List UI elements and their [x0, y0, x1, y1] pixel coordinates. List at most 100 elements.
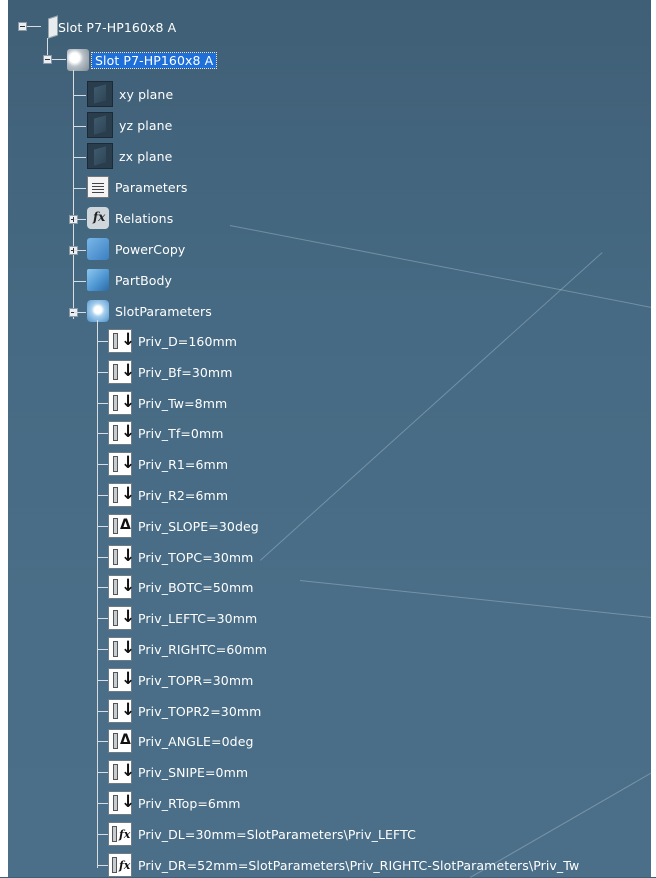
- formula-param-icon: [108, 822, 132, 846]
- tree-connector: [98, 495, 108, 496]
- length-param-icon: [108, 545, 135, 569]
- tree-connector: [98, 464, 108, 465]
- tree-connector: [74, 281, 86, 282]
- length-param-icon: [108, 391, 135, 415]
- length-param-icon: [108, 791, 135, 815]
- tree-connector: [98, 803, 108, 804]
- tree-node-parameter[interactable]: Priv_DL=30mm=SlotParameters\Priv_LEFTC: [108, 822, 416, 846]
- tree-node-slotparameters-label: SlotParameters: [115, 303, 212, 319]
- tree-connector: [98, 772, 108, 773]
- parameters-icon: [87, 176, 109, 198]
- tree-node-relations[interactable]: Relations: [87, 206, 173, 230]
- formula-param-icon: [108, 853, 132, 877]
- tree-connector: [52, 59, 66, 60]
- tree-node-parameter[interactable]: Priv_TOPC=30mm: [108, 545, 253, 569]
- tree-connector: [98, 526, 108, 527]
- tree-connector: [98, 741, 108, 742]
- tree-node-xy-plane[interactable]: xy plane: [87, 81, 174, 107]
- tree-node-parameter-label: Priv_RTop=6mm: [138, 795, 241, 811]
- tree-node-parameter-label: Priv_TOPR=30mm: [138, 672, 254, 688]
- length-param-icon: [108, 637, 135, 661]
- tree-connector: [98, 680, 108, 681]
- tree-connector: [27, 26, 41, 27]
- tree-node-root[interactable]: Slot P7-HP160x8 A: [42, 15, 176, 39]
- tree-node-parameters[interactable]: Parameters: [87, 175, 188, 199]
- tree-node-parameter[interactable]: Priv_SNIPE=0mm: [108, 760, 248, 784]
- collapse-icon[interactable]: [43, 55, 52, 64]
- tree-node-part-label: Slot P7-HP160x8 A: [90, 51, 218, 69]
- tree-node-part[interactable]: Slot P7-HP160x8 A: [67, 48, 218, 72]
- tree-node-parameter[interactable]: Priv_TOPR=30mm: [108, 668, 253, 692]
- length-param-icon: [108, 575, 135, 599]
- tree-node-zx-plane[interactable]: zx plane: [87, 143, 173, 169]
- tree-node-parameter-label: Priv_DR=52mm=SlotParameters\Priv_RIGHTC-…: [138, 857, 580, 873]
- tree-node-parameter-label: Priv_LEFTC=30mm: [138, 610, 258, 626]
- tree-node-yz-plane-label: yz plane: [119, 117, 173, 133]
- tree-node-parameter[interactable]: Priv_SLOPE=30deg: [108, 514, 259, 538]
- tree-node-parameter[interactable]: Priv_RTop=6mm: [108, 791, 241, 815]
- tree-node-parameter-label: Priv_RIGHTC=60mm: [138, 641, 267, 657]
- tree-connector: [98, 649, 108, 650]
- tree-connector: [74, 188, 86, 189]
- tree-node-parameter[interactable]: Priv_Bf=30mm: [108, 360, 233, 384]
- tree-node-relations-label: Relations: [115, 210, 174, 226]
- tree-connector: [74, 157, 86, 158]
- tree-node-parameter[interactable]: Priv_R1=6mm: [108, 452, 228, 476]
- tree-node-parameter[interactable]: Priv_R2=6mm: [108, 483, 228, 507]
- tree-connector: [74, 219, 86, 220]
- background-line: [229, 225, 656, 310]
- length-param-icon: [108, 452, 135, 476]
- tree-node-parameter-label: Priv_BOTC=50mm: [138, 579, 254, 595]
- tree-node-parameter[interactable]: Priv_ANGLE=0deg: [108, 729, 254, 753]
- tree-node-partbody[interactable]: PartBody: [87, 268, 172, 292]
- tree-connector: [98, 711, 108, 712]
- tree-node-parameter-label: Priv_DL=30mm=SlotParameters\Priv_LEFTC: [138, 826, 416, 842]
- tree-node-parameter-label: Priv_D=160mm: [138, 333, 238, 349]
- partbody-icon: [87, 269, 109, 291]
- tree-connector: [98, 834, 108, 835]
- tree-node-zx-plane-label: zx plane: [119, 148, 173, 164]
- tree-connector: [74, 312, 86, 313]
- angle-param-icon: [108, 514, 132, 538]
- angle-param-icon: [108, 729, 132, 753]
- length-param-icon: [108, 606, 135, 630]
- collapse-icon[interactable]: [18, 22, 27, 31]
- length-param-icon: [108, 760, 135, 784]
- tree-connector: [98, 587, 108, 588]
- length-param-icon: [108, 329, 135, 353]
- tree-node-slotparameters[interactable]: SlotParameters: [87, 299, 212, 323]
- tree-node-yz-plane[interactable]: yz plane: [87, 112, 173, 138]
- powercopy-icon: [87, 238, 109, 260]
- tree-node-xy-plane-label: xy plane: [119, 86, 174, 102]
- tree-node-powercopy[interactable]: PowerCopy: [87, 237, 185, 261]
- length-param-icon: [108, 699, 135, 723]
- tree-node-parameter[interactable]: Priv_RIGHTC=60mm: [108, 637, 267, 661]
- length-param-icon: [108, 668, 135, 692]
- tree-connector: [98, 403, 108, 404]
- tree-connector: [74, 95, 86, 96]
- parameter-set-icon: [87, 300, 109, 322]
- tree-node-parameter[interactable]: Priv_TOPR2=30mm: [108, 699, 261, 723]
- tree-node-parameter[interactable]: Priv_Tf=0mm: [108, 421, 224, 445]
- tree-node-parameter[interactable]: Priv_Tw=8mm: [108, 391, 227, 415]
- tree-node-parameter-label: Priv_TOPR2=30mm: [138, 703, 262, 719]
- plane-icon: [87, 81, 113, 107]
- tree-node-parameter-label: Priv_R1=6mm: [138, 456, 229, 472]
- tree-node-parameter[interactable]: Priv_D=160mm: [108, 329, 237, 353]
- tree-node-parameter-label: Priv_SNIPE=0mm: [138, 764, 249, 780]
- tree-node-parameter-label: Priv_Tf=0mm: [138, 425, 224, 441]
- plane-icon: [87, 112, 113, 138]
- background-line: [260, 252, 603, 561]
- length-param-icon: [108, 360, 135, 384]
- tree-node-parameter-label: Priv_Tw=8mm: [138, 395, 228, 411]
- tree-connector: [98, 433, 108, 434]
- tree-node-powercopy-label: PowerCopy: [115, 241, 186, 257]
- part-icon: [67, 49, 89, 71]
- tree-node-parameter[interactable]: Priv_BOTC=50mm: [108, 575, 254, 599]
- tree-node-parameter[interactable]: Priv_DR=52mm=SlotParameters\Priv_RIGHTC-…: [108, 853, 579, 877]
- tree-node-parameter-label: Priv_TOPC=30mm: [138, 549, 254, 565]
- length-param-icon: [108, 483, 135, 507]
- tree-node-parameter[interactable]: Priv_LEFTC=30mm: [108, 606, 257, 630]
- background-line: [299, 580, 656, 621]
- tree-connector: [98, 865, 108, 866]
